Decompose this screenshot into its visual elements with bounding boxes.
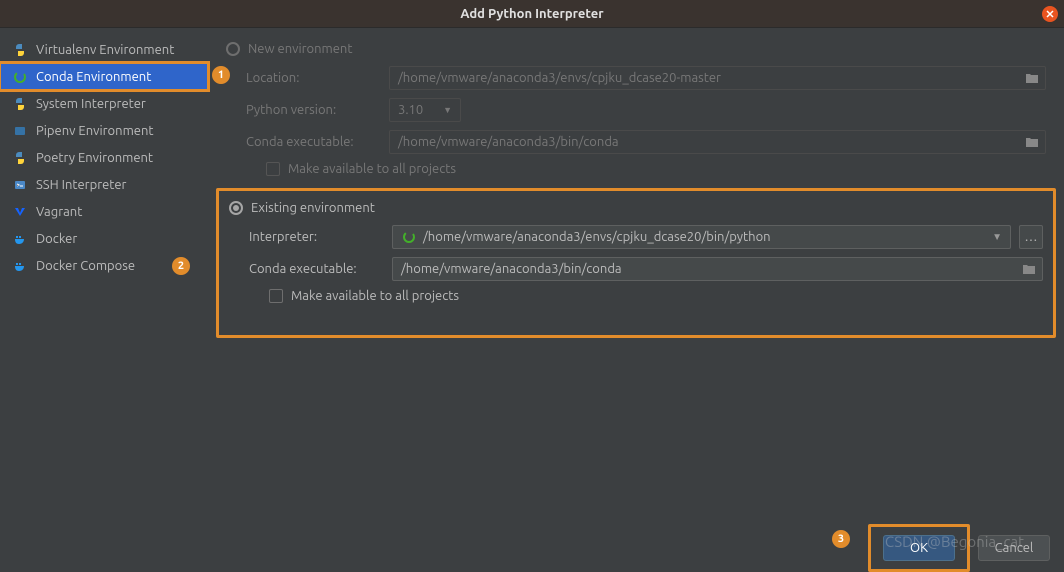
radio-label: Existing environment [251, 201, 375, 215]
ssh-icon [12, 177, 28, 193]
sidebar-item-ssh[interactable]: SSH Interpreter [0, 171, 208, 198]
docker-compose-icon [12, 258, 28, 274]
location-label: Location: [246, 71, 381, 85]
sidebar-item-label: Virtualenv Environment [36, 43, 174, 57]
vagrant-icon [12, 204, 28, 220]
sidebar-item-label: Docker Compose [36, 259, 135, 273]
sidebar-item-conda[interactable]: Conda Environment [0, 63, 208, 90]
make-available-checkbox-2[interactable] [269, 289, 283, 303]
ok-annotation-box: OK [868, 524, 970, 572]
conda-icon [12, 69, 28, 85]
conda-exec-value-2: /home/vmware/anaconda3/bin/conda [401, 262, 622, 276]
sidebar-item-label: SSH Interpreter [36, 178, 126, 192]
location-value: /home/vmware/anaconda3/envs/cpjku_dcase2… [398, 71, 721, 85]
sidebar-item-poetry[interactable]: Poetry Environment [0, 144, 208, 171]
python-icon [12, 42, 28, 58]
conda-exec-input: /home/vmware/anaconda3/bin/conda [389, 130, 1046, 154]
interpreter-label: Interpreter: [249, 230, 384, 244]
radio-existing-environment[interactable]: Existing environment [229, 201, 1043, 215]
sidebar: Virtualenv Environment Conda Environment… [0, 28, 208, 528]
sidebar-item-vagrant[interactable]: Vagrant [0, 198, 208, 225]
sidebar-item-system[interactable]: System Interpreter [0, 90, 208, 117]
ok-button[interactable]: OK [883, 535, 955, 561]
sidebar-item-label: Vagrant [36, 205, 82, 219]
sidebar-item-label: Docker [36, 232, 77, 246]
interpreter-select[interactable]: /home/vmware/anaconda3/envs/cpjku_dcase2… [392, 225, 1011, 249]
cancel-button[interactable]: Cancel [978, 535, 1050, 561]
conda-exec-label-2: Conda executable: [249, 262, 384, 276]
make-available-checkbox [266, 162, 280, 176]
conda-exec-input-2[interactable]: /home/vmware/anaconda3/bin/conda [392, 257, 1043, 281]
sidebar-item-label: Conda Environment [36, 70, 151, 84]
content-pane: New environment Location: /home/vmware/a… [208, 28, 1064, 528]
chevron-down-icon: ▼ [992, 231, 1002, 243]
radio-icon [226, 42, 240, 56]
titlebar: Add Python Interpreter [0, 0, 1064, 28]
sidebar-item-label: Pipenv Environment [36, 124, 154, 138]
poetry-icon [12, 150, 28, 166]
sidebar-item-docker[interactable]: Docker [0, 225, 208, 252]
close-icon[interactable] [1042, 6, 1058, 22]
docker-icon [12, 231, 28, 247]
main-area: Virtualenv Environment Conda Environment… [0, 28, 1064, 528]
python-version-select: 3.10 ▼ [389, 98, 461, 122]
make-available-label: Make available to all projects [288, 162, 456, 176]
conda-exec-label: Conda executable: [246, 135, 381, 149]
conda-exec-value: /home/vmware/anaconda3/bin/conda [398, 135, 619, 149]
python-version-value: 3.10 [398, 103, 423, 117]
window-title: Add Python Interpreter [460, 7, 603, 21]
radio-new-environment[interactable]: New environment [226, 42, 1046, 56]
folder-icon [1025, 72, 1039, 84]
footer: OK Cancel [0, 528, 1064, 568]
python-version-label: Python version: [246, 103, 381, 117]
make-available-label-2: Make available to all projects [291, 289, 459, 303]
sidebar-item-virtualenv[interactable]: Virtualenv Environment [0, 36, 208, 63]
pipenv-icon [12, 123, 28, 139]
annotation-badge-2: 2 [172, 257, 190, 275]
folder-icon [1025, 136, 1039, 148]
folder-icon[interactable] [1022, 263, 1036, 275]
existing-env-section: Existing environment Interpreter: /home/… [216, 188, 1056, 338]
sidebar-item-label: Poetry Environment [36, 151, 153, 165]
conda-icon [401, 229, 417, 245]
sidebar-item-pipenv[interactable]: Pipenv Environment [0, 117, 208, 144]
radio-label: New environment [248, 42, 352, 56]
chevron-down-icon: ▼ [443, 105, 452, 115]
python-icon [12, 96, 28, 112]
annotation-badge-1: 1 [212, 66, 230, 84]
radio-icon [229, 201, 243, 215]
annotation-badge-3: 3 [832, 530, 850, 548]
browse-button[interactable]: … [1019, 225, 1043, 249]
interpreter-value: /home/vmware/anaconda3/envs/cpjku_dcase2… [423, 230, 771, 244]
location-input: /home/vmware/anaconda3/envs/cpjku_dcase2… [389, 66, 1046, 90]
sidebar-item-label: System Interpreter [36, 97, 146, 111]
